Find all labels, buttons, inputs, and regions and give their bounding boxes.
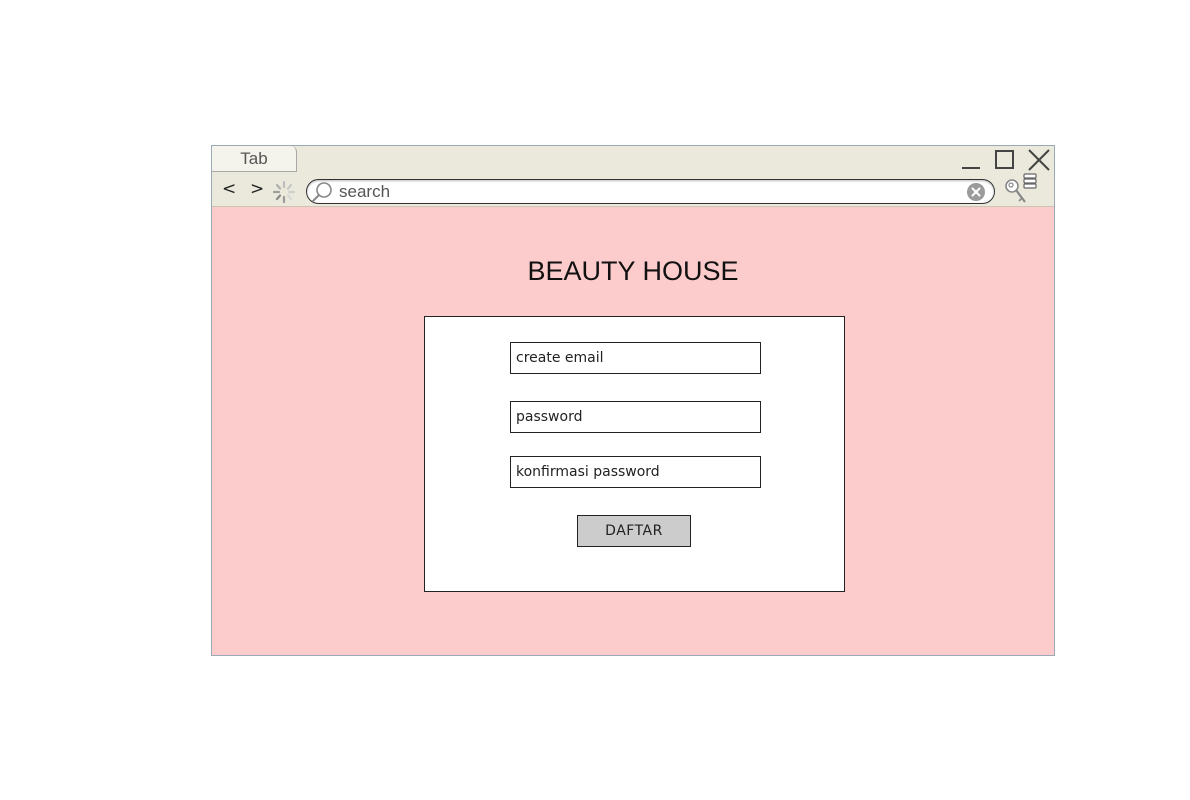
browser-window: Tab < > search BEAUTY HOUSE create email… [211,145,1055,656]
registration-form: DAFTAR [424,316,845,592]
key-menu-icon[interactable] [1003,172,1039,206]
minimize-icon[interactable] [959,148,983,172]
confirm-password-field[interactable] [510,456,761,488]
close-icon[interactable] [1027,148,1051,172]
browser-chrome: Tab < > [212,146,1054,207]
password-field[interactable] [510,401,761,433]
page-title: BEAUTY HOUSE [527,256,739,286]
search-icon [312,182,332,202]
loading-spinner-icon [272,180,296,204]
clear-search-icon[interactable] [966,182,986,202]
email-field[interactable] [510,342,761,374]
search-input[interactable] [339,180,959,203]
forward-button[interactable]: > [250,179,264,199]
search-bar [306,179,995,204]
register-button[interactable]: DAFTAR [577,515,691,547]
back-button[interactable]: < [222,179,236,199]
maximize-icon[interactable] [993,148,1017,172]
browser-tab[interactable]: Tab [212,146,297,172]
